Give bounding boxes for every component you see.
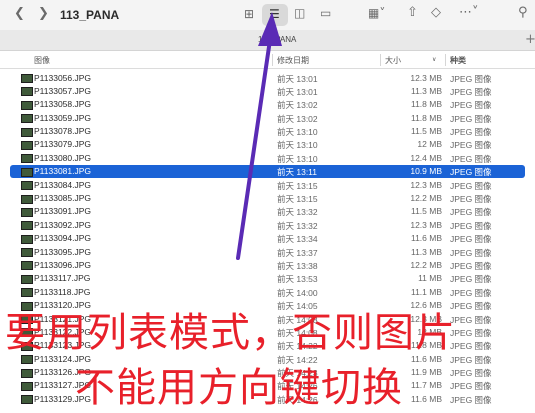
annotation-line-2: 不能用方向键切换 [75, 365, 403, 411]
annotation-line-1: 要用列表模式，否则图片 [5, 310, 456, 356]
